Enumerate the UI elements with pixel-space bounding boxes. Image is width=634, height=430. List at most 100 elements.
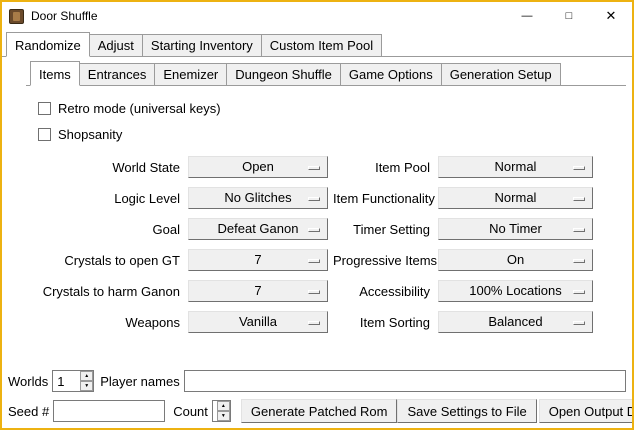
- save-settings-button[interactable]: Save Settings to File: [397, 399, 536, 423]
- player-names-label: Player names: [100, 374, 179, 389]
- dropdown-indicator-icon: [573, 197, 585, 201]
- progressive-items-label: Progressive Items: [333, 253, 433, 268]
- app-icon: [9, 9, 24, 24]
- worlds-label: Worlds: [8, 374, 48, 389]
- crystals-gt-label: Crystals to open GT: [38, 253, 183, 268]
- tab-randomize[interactable]: Randomize: [6, 32, 90, 57]
- minimize-icon: —: [522, 10, 533, 22]
- outer-tab-bar: Randomize Adjust Starting Inventory Cust…: [2, 32, 632, 57]
- count-label: Count: [173, 404, 208, 419]
- goal-value: Defeat Ganon: [218, 219, 299, 239]
- generate-rom-button[interactable]: Generate Patched Rom: [241, 399, 398, 423]
- weapons-label: Weapons: [38, 315, 183, 330]
- goal-label: Goal: [38, 222, 183, 237]
- tab-enemizer[interactable]: Enemizer: [154, 63, 227, 85]
- dropdown-indicator-icon: [573, 228, 585, 232]
- seed-input[interactable]: [53, 400, 165, 422]
- crystals-gt-dropdown[interactable]: 7: [188, 249, 328, 271]
- weapons-dropdown[interactable]: Vanilla: [188, 311, 328, 333]
- timer-setting-dropdown[interactable]: No Timer: [438, 218, 593, 240]
- retro-mode-label: Retro mode (universal keys): [58, 101, 221, 116]
- tab-items[interactable]: Items: [30, 61, 80, 86]
- tab-dungeon-shuffle[interactable]: Dungeon Shuffle: [226, 63, 341, 85]
- retro-mode-row: Retro mode (universal keys): [38, 96, 628, 120]
- item-pool-value: Normal: [495, 157, 537, 177]
- count-spinner: ▲ ▼: [212, 400, 231, 422]
- dropdown-indicator-icon: [308, 166, 320, 170]
- shopsanity-checkbox[interactable]: [38, 128, 51, 141]
- world-state-value: Open: [242, 157, 274, 177]
- maximize-icon: □: [566, 10, 573, 22]
- item-functionality-value: Normal: [495, 188, 537, 208]
- tab-generation-setup[interactable]: Generation Setup: [441, 63, 561, 85]
- spin-up-icon[interactable]: ▲: [217, 401, 230, 411]
- window-controls: — □ ✕: [506, 2, 632, 30]
- count-spinner-arrows: ▲ ▼: [217, 401, 230, 421]
- shopsanity-row: Shopsanity: [38, 122, 628, 146]
- minimize-button[interactable]: —: [506, 2, 548, 30]
- logic-level-dropdown[interactable]: No Glitches: [188, 187, 328, 209]
- shopsanity-label: Shopsanity: [58, 127, 122, 142]
- accessibility-label: Accessibility: [333, 284, 433, 299]
- dropdown-indicator-icon: [308, 290, 320, 294]
- spin-down-icon[interactable]: ▼: [217, 411, 230, 421]
- close-button[interactable]: ✕: [590, 2, 632, 30]
- crystals-ganon-label: Crystals to harm Ganon: [38, 284, 183, 299]
- window: Door Shuffle — □ ✕ Randomize Adjust Star…: [0, 0, 634, 430]
- window-title: Door Shuffle: [31, 9, 98, 23]
- spin-down-icon[interactable]: ▼: [80, 381, 93, 391]
- player-names-input[interactable]: [184, 370, 626, 392]
- weapons-value: Vanilla: [239, 312, 277, 332]
- item-functionality-dropdown[interactable]: Normal: [438, 187, 593, 209]
- tab-custom-item-pool[interactable]: Custom Item Pool: [261, 34, 382, 56]
- bottom-controls: Worlds ▲ ▼ Player names Seed # Count ▲ ▼: [8, 363, 626, 423]
- seed-label: Seed #: [8, 404, 49, 419]
- goal-dropdown[interactable]: Defeat Ganon: [188, 218, 328, 240]
- tab-adjust[interactable]: Adjust: [89, 34, 143, 56]
- retro-mode-checkbox[interactable]: [38, 102, 51, 115]
- timer-setting-value: No Timer: [489, 219, 542, 239]
- dropdown-indicator-icon: [573, 290, 585, 294]
- crystals-ganon-dropdown[interactable]: 7: [188, 280, 328, 302]
- titlebar: Door Shuffle — □ ✕: [2, 2, 632, 30]
- item-functionality-label: Item Functionality: [333, 191, 433, 206]
- world-state-label: World State: [38, 160, 183, 175]
- progressive-items-dropdown[interactable]: On: [438, 249, 593, 271]
- tab-entrances[interactable]: Entrances: [79, 63, 156, 85]
- worlds-spinner-arrows: ▲ ▼: [80, 371, 93, 391]
- worlds-spinner: ▲ ▼: [52, 370, 94, 392]
- dropdown-indicator-icon: [308, 321, 320, 325]
- progressive-items-value: On: [507, 250, 524, 270]
- dropdown-indicator-icon: [573, 321, 585, 325]
- items-pane: Retro mode (universal keys) Shopsanity W…: [2, 86, 632, 333]
- open-output-button[interactable]: Open Output Directory: [539, 399, 634, 423]
- item-sorting-value: Balanced: [488, 312, 542, 332]
- seed-row: Seed # Count ▲ ▼ Generate Patched Rom Sa…: [8, 399, 626, 423]
- tab-starting-inventory[interactable]: Starting Inventory: [142, 34, 262, 56]
- inner-tab-bar: Items Entrances Enemizer Dungeon Shuffle…: [26, 61, 626, 86]
- dropdown-indicator-icon: [573, 166, 585, 170]
- worlds-input[interactable]: [53, 371, 80, 391]
- spin-up-icon[interactable]: ▲: [80, 371, 93, 381]
- logic-level-label: Logic Level: [38, 191, 183, 206]
- accessibility-value: 100% Locations: [469, 281, 562, 301]
- tab-game-options[interactable]: Game Options: [340, 63, 442, 85]
- item-pool-label: Item Pool: [333, 160, 433, 175]
- worlds-row: Worlds ▲ ▼ Player names: [8, 369, 626, 393]
- accessibility-dropdown[interactable]: 100% Locations: [438, 280, 593, 302]
- maximize-button[interactable]: □: [548, 2, 590, 30]
- dropdown-indicator-icon: [308, 259, 320, 263]
- dropdown-indicator-icon: [573, 259, 585, 263]
- settings-grid: World State Open Item Pool Normal Logic …: [38, 156, 628, 333]
- item-sorting-dropdown[interactable]: Balanced: [438, 311, 593, 333]
- crystals-gt-value: 7: [254, 250, 261, 270]
- item-sorting-label: Item Sorting: [333, 315, 433, 330]
- crystals-ganon-value: 7: [254, 281, 261, 301]
- dropdown-indicator-icon: [308, 228, 320, 232]
- world-state-dropdown[interactable]: Open: [188, 156, 328, 178]
- dropdown-indicator-icon: [308, 197, 320, 201]
- logic-level-value: No Glitches: [224, 188, 291, 208]
- item-pool-dropdown[interactable]: Normal: [438, 156, 593, 178]
- close-icon: ✕: [606, 8, 617, 24]
- timer-setting-label: Timer Setting: [333, 222, 433, 237]
